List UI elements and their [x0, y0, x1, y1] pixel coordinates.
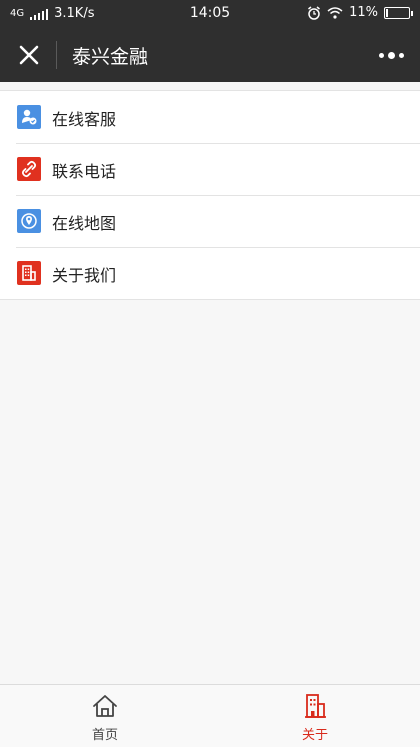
menu-label: 在线地图 [52, 214, 117, 233]
alarm-icon [308, 5, 321, 20]
status-right: 11% [307, 5, 413, 20]
close-icon[interactable] [14, 40, 44, 70]
battery-icon [384, 6, 413, 19]
building-icon [305, 694, 326, 718]
wifi-icon [327, 6, 343, 19]
menu-item-customer-service[interactable]: 在线客服 [0, 91, 420, 143]
menu-item-phone[interactable]: 联系电话 [0, 143, 420, 195]
tab-label: 关于 [301, 728, 328, 743]
home-icon [93, 695, 117, 717]
page-title: 泰兴金融 [72, 46, 149, 68]
battery-percent: 11% [349, 5, 378, 20]
menu-label: 关于我们 [52, 266, 117, 285]
navbar: 泰兴金融 [0, 28, 420, 82]
menu-list: 在线客服 联系电话 在线地图 关于我们 [0, 90, 420, 300]
tab-about[interactable]: 关于 [210, 685, 420, 747]
menu-item-map[interactable]: 在线地图 [0, 195, 420, 247]
phone-link-icon [17, 157, 41, 181]
menu-label: 联系电话 [52, 162, 117, 181]
navbar-divider [56, 41, 57, 69]
battery-fill [386, 8, 388, 17]
status-bar: 4G 3.1K/s 14:05 11% [0, 0, 420, 28]
menu-item-about[interactable]: 关于我们 [0, 247, 420, 299]
tab-bar: 首页 关于 [0, 684, 420, 747]
map-icon [17, 209, 41, 233]
tab-label: 首页 [91, 728, 118, 743]
menu-label: 在线客服 [52, 110, 117, 129]
building-icon [17, 261, 41, 285]
customer-service-icon [17, 105, 41, 129]
more-icon[interactable] [376, 40, 406, 70]
tab-home[interactable]: 首页 [0, 685, 210, 747]
